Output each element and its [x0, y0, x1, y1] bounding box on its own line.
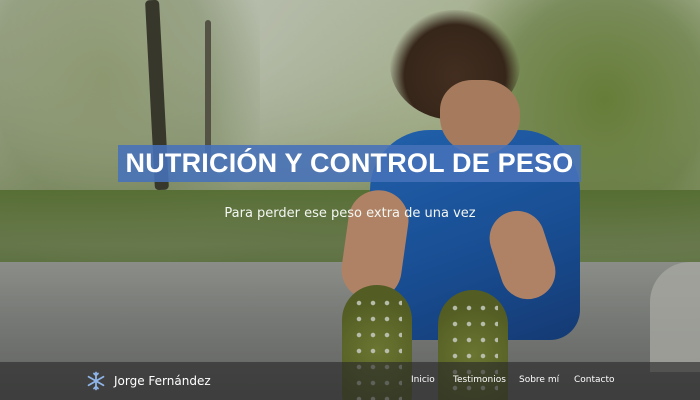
bottom-navbar: Jorge Fernández Inicio Testimonios Sobre…: [0, 362, 700, 400]
background-overlay: [0, 0, 700, 400]
nav-link-inicio[interactable]: Inicio: [411, 375, 435, 385]
hero-subtitle: Para perder ese peso extra de una vez: [224, 206, 476, 221]
nav-link-contacto[interactable]: Contacto: [574, 375, 615, 385]
nav-link-testimonios[interactable]: Testimonios: [453, 375, 506, 385]
brand[interactable]: Jorge Fernández: [86, 371, 211, 391]
hero-section: NUTRICIÓN Y CONTROL DE PESO Para perder …: [0, 0, 700, 400]
brand-name: Jorge Fernández: [114, 374, 211, 388]
snowflake-icon: [87, 371, 105, 391]
hero-title: NUTRICIÓN Y CONTROL DE PESO: [118, 145, 581, 182]
nav-link-sobre-mi[interactable]: Sobre mí: [519, 375, 559, 385]
